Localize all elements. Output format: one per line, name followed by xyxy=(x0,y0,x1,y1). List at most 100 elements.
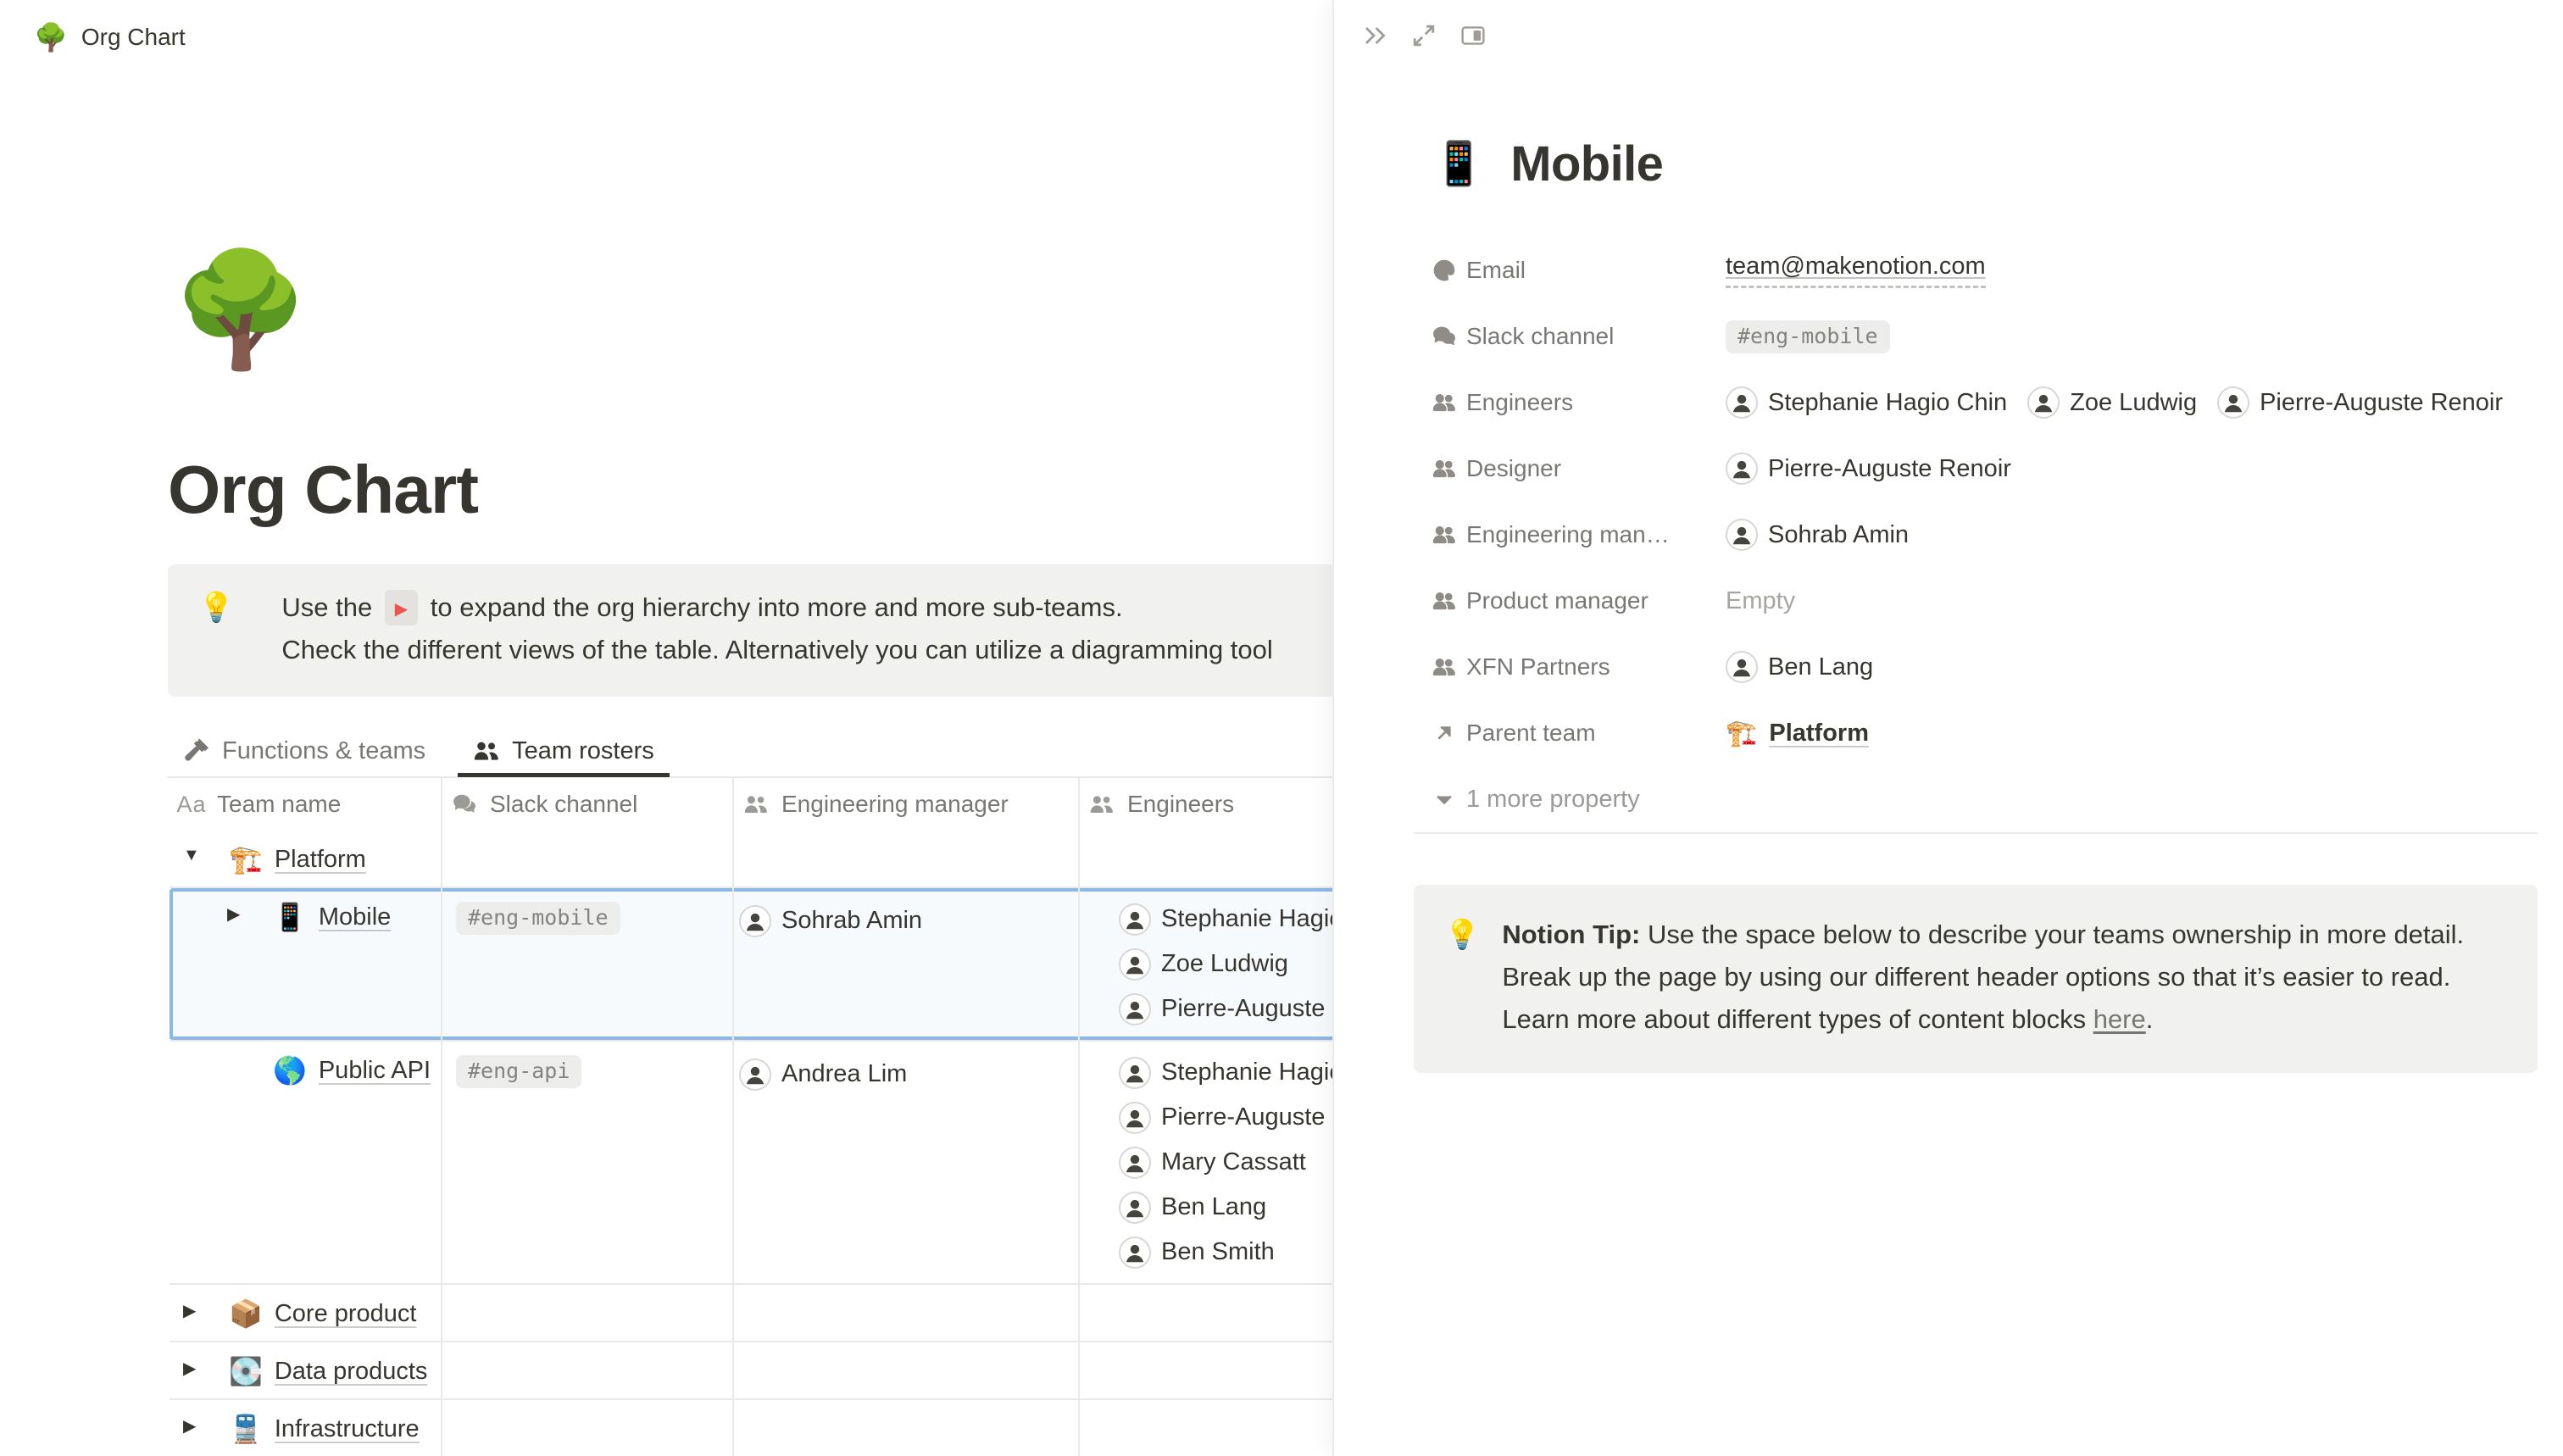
property-label[interactable]: Engineers xyxy=(1466,389,1726,416)
column-header-slack-channel[interactable]: Slack channel xyxy=(442,778,734,831)
person-name: Ben Smith xyxy=(1161,1230,1275,1275)
expand-toggle-icon[interactable]: ▶ xyxy=(183,1415,203,1437)
more-properties-row[interactable]: 1 more property xyxy=(1334,766,2563,832)
person-sohrab-amin[interactable]: Sohrab Amin xyxy=(739,898,922,943)
property-value[interactable]: Stephanie Hagio Chin Zoe Ludwig Pierre-Aug… xyxy=(1726,381,2503,425)
peek-page-icon[interactable]: 📱 xyxy=(1432,139,1485,189)
team-page-link[interactable]: Public API xyxy=(319,1052,431,1089)
at-icon xyxy=(1432,258,1456,282)
tab-team-rosters[interactable]: Team rosters xyxy=(458,725,670,777)
people-icon xyxy=(1432,391,1456,414)
property-value[interactable]: Sohrab Amin xyxy=(1726,513,1909,558)
team-emoji: 📱 xyxy=(273,898,307,936)
callout-text: Use the ▶ to expand the org hierarchy in… xyxy=(281,586,1272,675)
team-name-cell: ▼ 🏗️ Platform xyxy=(170,831,442,886)
team-page-link[interactable]: Core product xyxy=(275,1295,417,1332)
notion-tip-body: Use the space below to describe your tea… xyxy=(1502,920,2464,1034)
person-stephanie-hagio-chin[interactable]: Stephanie Hagio Chin xyxy=(1726,381,2007,425)
person-name: Sohrab Amin xyxy=(781,898,922,943)
slack-channel-chip[interactable]: #eng-mobile xyxy=(1726,320,1890,353)
avatar xyxy=(739,905,771,937)
person-name: Pierre-Auguste Renoir xyxy=(1768,447,2011,492)
avatar xyxy=(1119,1102,1151,1134)
here-link[interactable]: here xyxy=(2093,1004,2146,1034)
team-emoji: 🚆 xyxy=(229,1410,263,1448)
team-emoji: 🏗️ xyxy=(229,841,263,878)
tab-label: Functions & teams xyxy=(222,737,425,765)
property-label[interactable]: Slack channel xyxy=(1466,323,1726,350)
column-header-team-name[interactable]: Aa Team name xyxy=(170,778,442,831)
side-peek-icon[interactable] xyxy=(1459,22,1487,49)
hammer-icon xyxy=(183,737,210,764)
collapse-toggle-icon[interactable]: ▼ xyxy=(183,846,203,865)
email-link[interactable]: team@makenotion.com xyxy=(1726,253,1986,288)
person-ben-lang[interactable]: Ben Lang xyxy=(1726,645,1873,690)
avatar xyxy=(1119,903,1151,936)
expand-toggle-icon[interactable]: ▶ xyxy=(183,1300,203,1321)
slack-channel-chip[interactable]: #eng-api xyxy=(456,1055,581,1088)
property-row-product-manager: Product managerEmpty xyxy=(1334,568,2563,634)
property-label[interactable]: Product manager xyxy=(1466,587,1726,614)
avatar xyxy=(1119,1147,1151,1179)
person-name: Ben Lang xyxy=(1768,645,1873,690)
lightbulb-icon: 💡 xyxy=(1444,914,1480,1073)
parent-team-page-link[interactable]: 🏗️Platform xyxy=(1726,719,1869,748)
property-label[interactable]: Designer xyxy=(1466,455,1726,482)
slack-channel-cell: #eng-mobile xyxy=(442,888,734,1040)
person-andrea-lim[interactable]: Andrea Lim xyxy=(739,1052,907,1097)
arrow-up-right-icon xyxy=(1432,721,1456,745)
team-page-link[interactable]: Mobile xyxy=(319,898,391,936)
peek-toolbar xyxy=(1361,22,1487,49)
property-value[interactable]: Empty xyxy=(1726,587,1795,615)
person-name: Zoe Ludwig xyxy=(2070,381,2197,425)
team-name-cell: ▶🌎Public API xyxy=(170,1042,442,1283)
expand-toggle-icon[interactable]: ▶ xyxy=(183,1358,203,1379)
breadcrumb: 🌳 Org Chart xyxy=(0,0,1332,75)
notion-tip-bold: Notion Tip: xyxy=(1502,920,1640,949)
peek-title-row: 📱 Mobile xyxy=(1432,136,1663,192)
avatar xyxy=(1726,519,1758,551)
red-triangle-icon: ▶ xyxy=(395,600,408,619)
property-label[interactable]: Parent team xyxy=(1466,720,1726,747)
property-label[interactable]: Engineering man… xyxy=(1466,521,1726,548)
property-value[interactable]: #eng-mobile xyxy=(1726,320,1890,353)
engineering-manager-cell xyxy=(734,1285,1080,1341)
lightbulb-icon: 💡 xyxy=(198,586,234,675)
slack-channel-chip[interactable]: #eng-mobile xyxy=(456,902,620,935)
breadcrumb-page-title[interactable]: Org Chart xyxy=(81,24,186,51)
callout-line1-post: to expand the org hierarchy into more an… xyxy=(423,592,1122,622)
person-pierre-auguste-renoir[interactable]: Pierre-Auguste Renoir xyxy=(2217,381,2503,425)
property-value[interactable]: team@makenotion.com xyxy=(1726,253,1986,288)
page-title: Org Chart xyxy=(168,451,478,529)
avatar xyxy=(1119,1192,1151,1224)
column-label: Slack channel xyxy=(490,791,637,818)
column-header-engineering-manager[interactable]: Engineering manager xyxy=(734,778,1080,831)
engineering-manager-cell: Sohrab Amin xyxy=(734,888,1080,1040)
property-label[interactable]: Email xyxy=(1466,257,1726,284)
people-icon xyxy=(1432,655,1456,679)
tab-functions-and-teams[interactable]: Functions & teams xyxy=(168,725,441,777)
expand-toggle-icon[interactable]: ▶ xyxy=(227,903,247,925)
people-icon xyxy=(741,791,771,818)
property-value[interactable]: Ben Lang xyxy=(1726,645,1873,690)
team-page-link[interactable]: Data products xyxy=(275,1353,428,1390)
avatar xyxy=(2217,386,2249,419)
team-emoji: 🌎 xyxy=(273,1052,307,1089)
person-pierre-auguste-renoir[interactable]: Pierre-Auguste Renoir xyxy=(1726,447,2011,492)
team-page-link[interactable]: Infrastructure xyxy=(275,1410,420,1448)
property-value[interactable]: Pierre-Auguste Renoir xyxy=(1726,447,2011,492)
column-label: Engineering manager xyxy=(781,791,1009,818)
person-sohrab-amin[interactable]: Sohrab Amin xyxy=(1726,513,1909,558)
text-icon: Aa xyxy=(176,791,207,818)
chat-icon xyxy=(1432,325,1456,348)
page-icon-small[interactable]: 🌳 xyxy=(34,21,68,53)
page-icon-large[interactable]: 🌳 xyxy=(171,242,310,378)
person-zoe-ludwig[interactable]: Zoe Ludwig xyxy=(2027,381,2197,425)
team-page-link[interactable]: Platform xyxy=(275,841,366,878)
avatar xyxy=(1119,1057,1151,1089)
column-label: Engineers xyxy=(1127,791,1234,818)
property-value[interactable]: 🏗️Platform xyxy=(1726,719,1869,748)
expand-diagonal-icon[interactable] xyxy=(1410,22,1437,49)
double-chevron-right-icon[interactable] xyxy=(1361,22,1388,49)
property-label[interactable]: XFN Partners xyxy=(1466,653,1726,681)
